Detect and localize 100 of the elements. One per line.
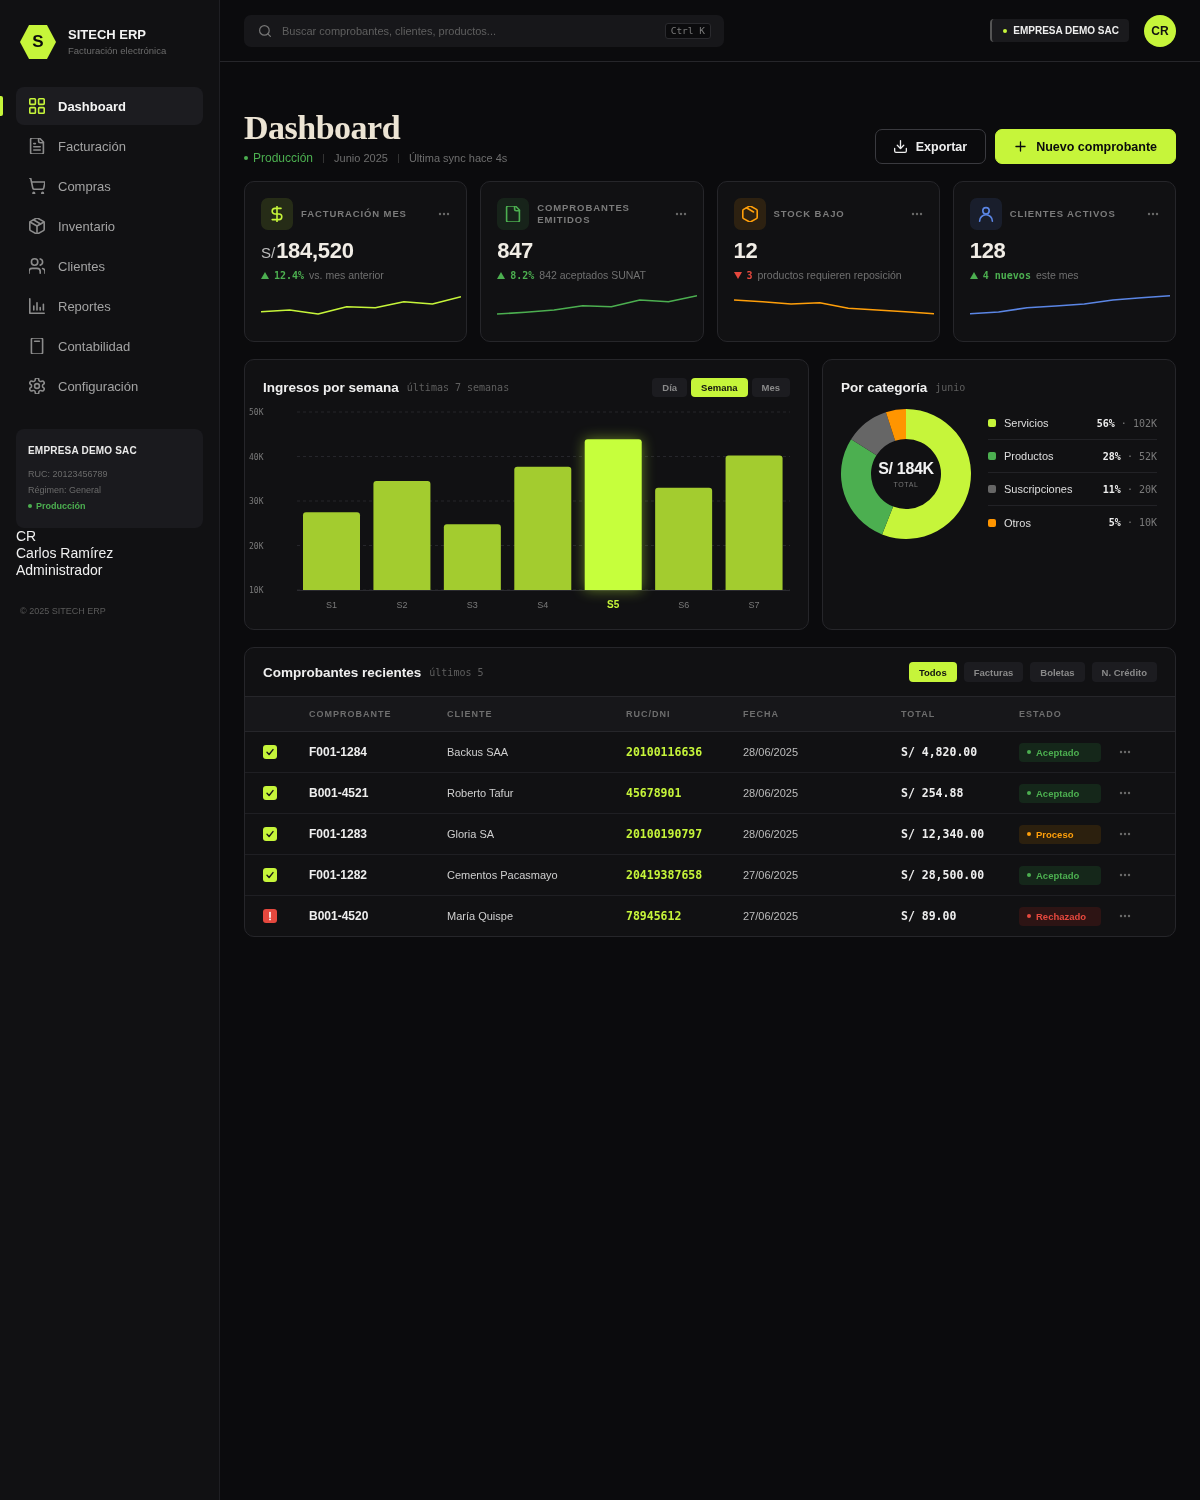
document-number: 20419387658 xyxy=(626,868,704,882)
y-axis-label: 20K xyxy=(249,541,264,551)
user-initials: CR xyxy=(16,528,38,545)
status-dot xyxy=(1027,750,1031,754)
donut-total: S/ 184K xyxy=(878,459,934,478)
more-icon xyxy=(1147,212,1159,216)
download-icon xyxy=(893,140,907,153)
x-axis-label: S6 xyxy=(678,600,690,610)
voucher-number: F001-1283 xyxy=(309,827,369,841)
settings-icon xyxy=(29,378,45,394)
x-axis-label: S3 xyxy=(466,600,478,610)
filter-tab[interactable]: Facturas xyxy=(963,662,1024,682)
company-regime: Régimen: General xyxy=(28,484,103,497)
environment-label: Producción xyxy=(253,151,314,165)
panel-subtitle: últimos 5 xyxy=(429,666,484,678)
column-header: RUC/DNI xyxy=(626,709,672,719)
filter-tab[interactable]: Todos xyxy=(908,662,957,682)
filter-tab[interactable]: N. Crédito xyxy=(1091,662,1157,682)
range-tab[interactable]: Semana xyxy=(691,378,748,397)
status-dot xyxy=(28,504,32,508)
kpi-label: FACTURACIÓN MES xyxy=(301,208,408,220)
delta-value: 3 xyxy=(746,269,753,281)
more-icon xyxy=(910,212,923,216)
filter-tab[interactable]: Boletas xyxy=(1030,662,1085,682)
dollar-icon xyxy=(261,198,293,230)
legend-value: 11% · 20K xyxy=(1102,483,1157,495)
status-label: Aceptado xyxy=(1036,787,1080,799)
user-name: Carlos Ramírez xyxy=(16,545,115,562)
user-icon xyxy=(969,198,1002,230)
environment-label: Producción xyxy=(36,500,86,513)
status-dot xyxy=(1027,832,1031,836)
document-number: 78945612 xyxy=(626,909,683,923)
delta-note: 842 aceptados SUNAT xyxy=(539,269,646,281)
legend-label: Productos xyxy=(1004,450,1055,462)
period-label: Junio 2025 xyxy=(334,152,388,164)
delta-value: 12.4% xyxy=(274,269,305,281)
logo: S xyxy=(20,25,56,59)
voucher-number: F001-1284 xyxy=(309,745,369,759)
legend-label: Servicios xyxy=(1004,417,1050,429)
nav-item[interactable]: Facturación xyxy=(16,127,203,165)
status-label: Aceptado xyxy=(1036,746,1080,758)
avatar[interactable]: CR xyxy=(1144,14,1176,47)
bar-chart-icon xyxy=(29,298,45,314)
panel-title: Comprobantes recientes xyxy=(263,664,422,680)
status-dot xyxy=(1003,28,1008,33)
company-name: EMPRESA DEMO SAC xyxy=(28,445,138,457)
nav-item[interactable]: Inventario xyxy=(16,207,203,245)
x-axis-label: S2 xyxy=(396,600,408,610)
column-header: COMPROBANTE xyxy=(309,709,393,719)
kpi-value: 12 xyxy=(733,238,758,264)
search-icon xyxy=(259,24,271,37)
legend-value: 28% · 52K xyxy=(1102,450,1157,462)
nav-item[interactable]: Contabilidad xyxy=(16,327,203,365)
legend-value: 5% · 10K xyxy=(1108,517,1157,528)
x-axis-label: S5 xyxy=(607,599,620,610)
document-icon xyxy=(497,198,530,230)
client-name: Backus SAA xyxy=(447,746,510,758)
user-role: Administrador xyxy=(16,562,104,579)
total-amount: S/ 4,820.00 xyxy=(901,745,979,759)
column-header: FECHA xyxy=(743,709,780,719)
date: 28/06/2025 xyxy=(743,787,800,799)
total-amount: S/ 28,500.00 xyxy=(901,868,986,882)
cart-icon xyxy=(29,178,45,194)
new-voucher-button[interactable]: Nuevo comprobante xyxy=(995,129,1176,164)
date: 27/06/2025 xyxy=(743,869,800,881)
company-ruc: RUC: 20123456789 xyxy=(28,468,109,481)
notebook-icon xyxy=(29,338,45,354)
delta-value: 4 nuevos xyxy=(982,269,1031,281)
voucher-number: F001-1282 xyxy=(309,868,369,882)
y-axis-label: 40K xyxy=(249,452,264,462)
range-tab[interactable]: Día xyxy=(652,378,688,397)
box-icon xyxy=(29,218,45,234)
status-label: Rechazado xyxy=(1036,910,1087,922)
client-name: Gloria SA xyxy=(447,828,496,840)
brand-name: SITECH ERP xyxy=(68,27,147,42)
sync-status: Última sync hace 4s xyxy=(408,152,508,164)
nav-item[interactable]: Compras xyxy=(16,167,203,205)
nav-item[interactable]: Reportes xyxy=(16,287,203,325)
nav-item[interactable]: Configuración xyxy=(16,367,203,405)
document-icon xyxy=(29,138,45,154)
nav-item[interactable]: Clientes xyxy=(16,247,203,285)
brand-tagline: Facturación electrónica xyxy=(68,45,167,57)
status-label: Proceso xyxy=(1036,828,1074,840)
kpi-value: 184,520 xyxy=(276,238,354,264)
nav-item[interactable]: Dashboard xyxy=(16,87,203,125)
more-icon xyxy=(1119,873,1131,877)
range-tab[interactable]: Mes xyxy=(751,378,790,397)
company-name: EMPRESA DEMO SAC xyxy=(1013,25,1119,36)
document-number: 20100190797 xyxy=(626,827,704,841)
status-label: Aceptado xyxy=(1036,869,1080,881)
export-button[interactable]: Exportar xyxy=(874,129,987,164)
box-icon xyxy=(733,198,766,230)
copyright: © 2025 SITECH ERP xyxy=(19,605,107,617)
more-icon xyxy=(1119,791,1131,795)
status-dot xyxy=(1027,914,1031,918)
kpi-value: 847 xyxy=(497,238,534,264)
total-amount: S/ 89.00 xyxy=(901,909,958,923)
currency-symbol: S/ xyxy=(261,243,276,263)
panel-title: Por categoría xyxy=(841,380,928,395)
voucher-number: B001-4521 xyxy=(309,786,370,800)
